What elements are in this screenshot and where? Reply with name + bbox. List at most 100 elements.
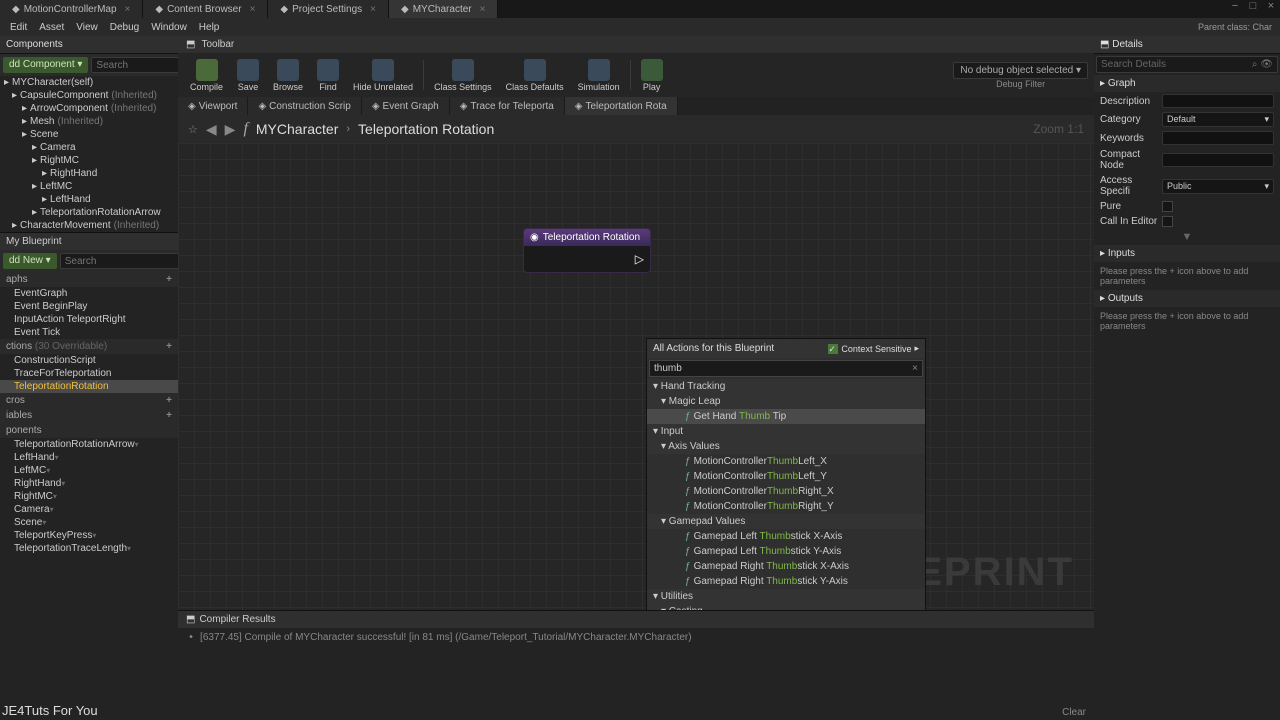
clear-search-icon[interactable]: ×	[912, 363, 918, 374]
graph-tab[interactable]: ◈Construction Scrip	[248, 97, 361, 115]
top-tab[interactable]: ◆MotionControllerMap×	[0, 0, 143, 18]
outputs-category[interactable]: ▸ Outputs	[1094, 290, 1280, 307]
close-tab-icon[interactable]: ×	[370, 4, 376, 15]
details-text-input[interactable]	[1162, 131, 1274, 145]
play-button[interactable]: Play	[635, 57, 669, 94]
menu-item[interactable]: Debug	[104, 20, 145, 35]
blueprint-item[interactable]: Scene▾	[0, 516, 178, 529]
blueprint-item[interactable]: TeleportationRotation	[0, 380, 178, 393]
blueprint-item[interactable]: TeleportationTraceLength▾	[0, 542, 178, 555]
component-tree-item[interactable]: ▸LeftMC	[0, 180, 178, 193]
component-tree-item[interactable]: ▸LeftHand	[0, 193, 178, 206]
context-action-item[interactable]: ƒ MotionControllerThumbLeft_X	[647, 454, 925, 469]
debug-object-select[interactable]: No debug object selected ▾	[953, 62, 1088, 79]
graph-canvas[interactable]: ◉Teleportation Rotation ▷ BLUEPRINT All …	[178, 143, 1094, 610]
blueprint-item[interactable]: Camera▾	[0, 503, 178, 516]
exec-output-pin[interactable]: ▷	[635, 252, 644, 266]
simulation-button[interactable]: Simulation	[572, 57, 626, 94]
add-function-icon[interactable]: +	[166, 341, 172, 352]
context-category[interactable]: ▾ Hand Tracking	[647, 379, 925, 394]
component-tree-item[interactable]: ▸Scene	[0, 128, 178, 141]
favorite-icon[interactable]: ☆	[188, 123, 198, 136]
context-sensitive-checkbox[interactable]: ✓Context Sensitive ▸	[828, 343, 919, 354]
blueprint-item[interactable]: RightMC▾	[0, 490, 178, 503]
blueprint-item[interactable]: TeleportKeyPress▾	[0, 529, 178, 542]
context-action-item[interactable]: ƒ Gamepad Left Thumbstick X-Axis	[647, 529, 925, 544]
context-category[interactable]: ▾ Magic Leap	[647, 394, 925, 409]
context-action-item[interactable]: ƒ Gamepad Right Thumbstick X-Axis	[647, 559, 925, 574]
function-entry-node[interactable]: ◉Teleportation Rotation ▷	[523, 228, 651, 273]
graph-tab[interactable]: ◈Viewport	[178, 97, 248, 115]
blueprint-item[interactable]: LeftHand▾	[0, 451, 178, 464]
close-tab-icon[interactable]: ×	[125, 4, 131, 15]
menu-item[interactable]: View	[70, 20, 104, 35]
blueprint-item[interactable]: ConstructionScript	[0, 354, 178, 367]
context-action-item[interactable]: ƒ Gamepad Left Thumbstick Y-Axis	[647, 544, 925, 559]
details-search[interactable]: Search Details ⌕ 👁	[1096, 56, 1278, 73]
context-action-item[interactable]: ƒ MotionControllerThumbRight_X	[647, 484, 925, 499]
details-checkbox[interactable]	[1162, 201, 1173, 212]
class-settings-button[interactable]: Class Settings	[428, 57, 498, 94]
clear-button[interactable]: Clear	[1062, 707, 1086, 718]
menu-item[interactable]: Asset	[33, 20, 70, 35]
blueprint-item[interactable]: LeftMC▾	[0, 464, 178, 477]
details-text-input[interactable]	[1162, 153, 1274, 167]
add-variable-icon[interactable]: +	[166, 410, 172, 421]
details-dropdown[interactable]: Default▾	[1162, 112, 1274, 127]
context-action-item[interactable]: ƒ Get Hand Thumb Tip	[647, 409, 925, 424]
component-tree-item[interactable]: ▸Camera	[0, 141, 178, 154]
component-tree-item[interactable]: ▸CharacterMovement(Inherited)	[0, 219, 178, 232]
context-action-item[interactable]: ƒ Gamepad Right Thumbstick Y-Axis	[647, 574, 925, 589]
compile-button[interactable]: Compile	[184, 57, 229, 94]
context-category[interactable]: ▾ Gamepad Values	[647, 514, 925, 529]
details-checkbox[interactable]	[1162, 216, 1173, 227]
blueprint-item[interactable]: EventGraph	[0, 287, 178, 300]
menu-item[interactable]: Window	[145, 20, 193, 35]
component-tree-item[interactable]: ▸ArrowComponent(Inherited)	[0, 102, 178, 115]
blueprint-item[interactable]: InputAction TeleportRight	[0, 313, 178, 326]
nav-back-icon[interactable]: ◀	[206, 121, 217, 138]
inputs-category[interactable]: ▸ Inputs	[1094, 245, 1280, 262]
component-tree-item[interactable]: ▸RightMC	[0, 154, 178, 167]
add-component-button[interactable]: dd Component ▾	[3, 57, 88, 73]
blueprint-item[interactable]: RightHand▾	[0, 477, 178, 490]
graph-tab[interactable]: ◈Trace for Teleporta	[450, 97, 565, 115]
blueprint-item[interactable]: Event Tick	[0, 326, 178, 339]
top-tab[interactable]: ◆MYCharacter×	[389, 0, 498, 18]
graph-category[interactable]: ▸ Graph	[1094, 75, 1280, 92]
actions-context-menu[interactable]: All Actions for this Blueprint ✓Context …	[646, 338, 926, 610]
context-category[interactable]: ▾ Utilities	[647, 589, 925, 604]
top-tab[interactable]: ◆Content Browser×	[143, 0, 268, 18]
context-category[interactable]: ▾ Input	[647, 424, 925, 439]
graph-tab[interactable]: ◈Teleportation Rota	[565, 97, 678, 115]
find-button[interactable]: Find	[311, 57, 345, 94]
blueprint-item[interactable]: TraceForTeleportation	[0, 367, 178, 380]
add-new-button[interactable]: dd New ▾	[3, 253, 57, 269]
component-tree-item[interactable]: ▸MYCharacter(self)	[0, 76, 178, 89]
class-defaults-button[interactable]: Class Defaults	[500, 57, 570, 94]
details-dropdown[interactable]: Public▾	[1162, 179, 1274, 194]
context-search-input[interactable]: thumb ×	[649, 360, 923, 377]
component-tree-item[interactable]: ▸RightHand	[0, 167, 178, 180]
details-text-input[interactable]	[1162, 94, 1274, 108]
close-button[interactable]: ×	[1262, 0, 1280, 18]
expand-icon[interactable]: ▼	[1094, 229, 1280, 245]
add-macro-icon[interactable]: +	[166, 395, 172, 406]
context-category[interactable]: ▾ Axis Values	[647, 439, 925, 454]
component-tree-item[interactable]: ▸CapsuleComponent(Inherited)	[0, 89, 178, 102]
menu-item[interactable]: Help	[193, 20, 226, 35]
menu-item[interactable]: Edit	[4, 20, 33, 35]
component-tree-item[interactable]: ▸Mesh(Inherited)	[0, 115, 178, 128]
context-action-item[interactable]: ƒ MotionControllerThumbRight_Y	[647, 499, 925, 514]
minimize-button[interactable]: −	[1226, 0, 1244, 18]
nav-forward-icon[interactable]: ▶	[225, 121, 236, 138]
close-tab-icon[interactable]: ×	[480, 4, 486, 15]
breadcrumb-function[interactable]: Teleportation Rotation	[358, 121, 494, 137]
graph-tab[interactable]: ◈Event Graph	[362, 97, 450, 115]
close-tab-icon[interactable]: ×	[250, 4, 256, 15]
blueprint-item[interactable]: Event BeginPlay	[0, 300, 178, 313]
maximize-button[interactable]: □	[1244, 0, 1262, 18]
browse-button[interactable]: Browse	[267, 57, 309, 94]
component-tree-item[interactable]: ▸TeleportationRotationArrow	[0, 206, 178, 219]
save-button[interactable]: Save	[231, 57, 265, 94]
